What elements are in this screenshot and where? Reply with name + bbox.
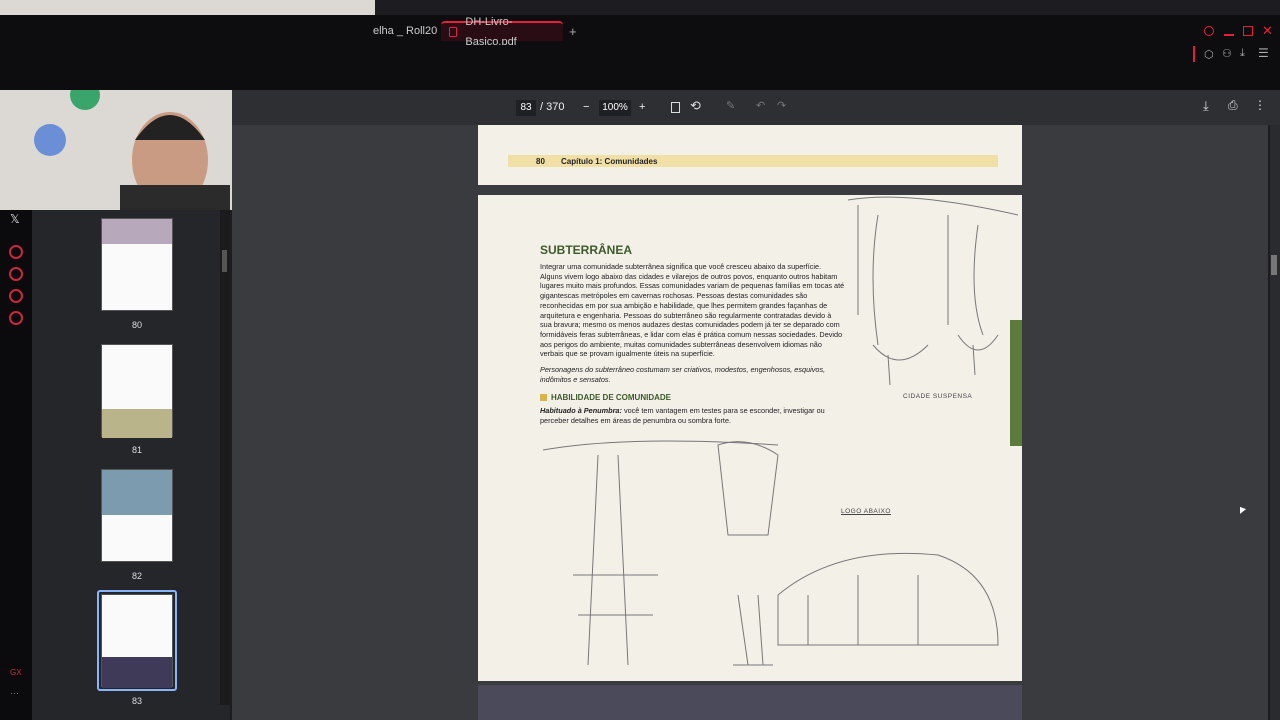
maximize-icon[interactable] xyxy=(1243,26,1253,36)
illustration-sketches xyxy=(542,196,1019,666)
chapter-title: Capítulo 1: Comunidades xyxy=(561,157,658,166)
thumbnail-scroll-thumb[interactable] xyxy=(222,250,227,272)
thumbnail-label: 83 xyxy=(131,696,142,706)
tab-label: elha _ Roll20 xyxy=(373,25,438,37)
page-number-input[interactable]: 83 xyxy=(516,100,536,116)
tab-roll20[interactable]: elha _ Roll20 xyxy=(373,21,437,41)
thumbnail-page-80[interactable] xyxy=(101,218,173,311)
document-scroll-thumb[interactable] xyxy=(1271,255,1277,275)
minimize-icon[interactable] xyxy=(1224,34,1234,36)
more-options-icon[interactable]: ⋮ xyxy=(1254,98,1266,112)
accent-bar xyxy=(1193,46,1195,62)
history-icon[interactable] xyxy=(9,267,23,281)
profile-icon[interactable]: ⚇ xyxy=(1222,47,1232,60)
settings-icon[interactable] xyxy=(9,311,23,325)
messenger-icon[interactable] xyxy=(9,245,23,259)
extension-icon[interactable]: ⬡ xyxy=(1204,48,1214,61)
pdf-icon xyxy=(449,27,458,37)
search-icon[interactable] xyxy=(1204,26,1214,36)
page-number: 80 xyxy=(536,157,545,166)
extensions-icon[interactable] xyxy=(9,289,23,303)
print-icon[interactable]: ⎙ xyxy=(1228,98,1238,113)
pdf-page-83: SUBTERRÂNEA Integrar uma comunidade subt… xyxy=(478,195,1022,681)
more-icon[interactable]: ··· xyxy=(10,688,19,698)
thumbnail-page-81[interactable] xyxy=(101,344,173,438)
thumbnail-label: 82 xyxy=(131,571,142,581)
redo-icon[interactable]: ↷ xyxy=(777,99,786,112)
document-scrollbar[interactable] xyxy=(1270,125,1280,720)
page-total: / 370 xyxy=(540,101,565,113)
annotate-icon[interactable]: ✎ xyxy=(726,99,735,112)
thumbnail-label: 81 xyxy=(131,445,142,455)
zoom-input[interactable]: 100% xyxy=(599,100,631,116)
fit-page-icon[interactable] xyxy=(671,102,680,113)
gx-sidebar xyxy=(0,210,32,720)
download-icon[interactable]: ⤓ xyxy=(1203,98,1209,114)
download-icon[interactable]: ⤓ xyxy=(1240,47,1245,60)
pdf-page-80: 80 Capítulo 1: Comunidades xyxy=(478,125,1022,185)
sketch-label-cidade: CIDADE SUSPENSA xyxy=(903,393,973,400)
rotate-icon[interactable]: ⟲ xyxy=(690,98,701,114)
close-icon[interactable]: ✕ xyxy=(1262,23,1273,39)
zoom-out-button[interactable]: − xyxy=(583,90,589,125)
tab-pdf[interactable]: DH-Livro-Basico.pdf xyxy=(441,16,563,48)
twitter-icon[interactable]: 𝕏 xyxy=(10,212,20,226)
thumbnail-page-82[interactable] xyxy=(101,469,173,562)
new-tab-button[interactable]: + xyxy=(569,24,577,39)
tab-strip xyxy=(0,15,1280,47)
address-bar-area xyxy=(0,45,1280,90)
thumbnail-scrollbar[interactable] xyxy=(220,210,230,705)
gx-label: GX xyxy=(10,668,22,677)
thumbnail-page-83[interactable] xyxy=(101,594,173,688)
zoom-in-button[interactable]: + xyxy=(639,90,645,125)
sketch-label-logo: LOGO ABAIXO xyxy=(841,508,891,515)
undo-icon[interactable]: ↶ xyxy=(756,99,765,112)
thumbnail-label: 80 xyxy=(131,320,142,330)
menu-icon[interactable]: ☰ xyxy=(1258,46,1269,60)
pdf-page-84 xyxy=(478,685,1022,720)
